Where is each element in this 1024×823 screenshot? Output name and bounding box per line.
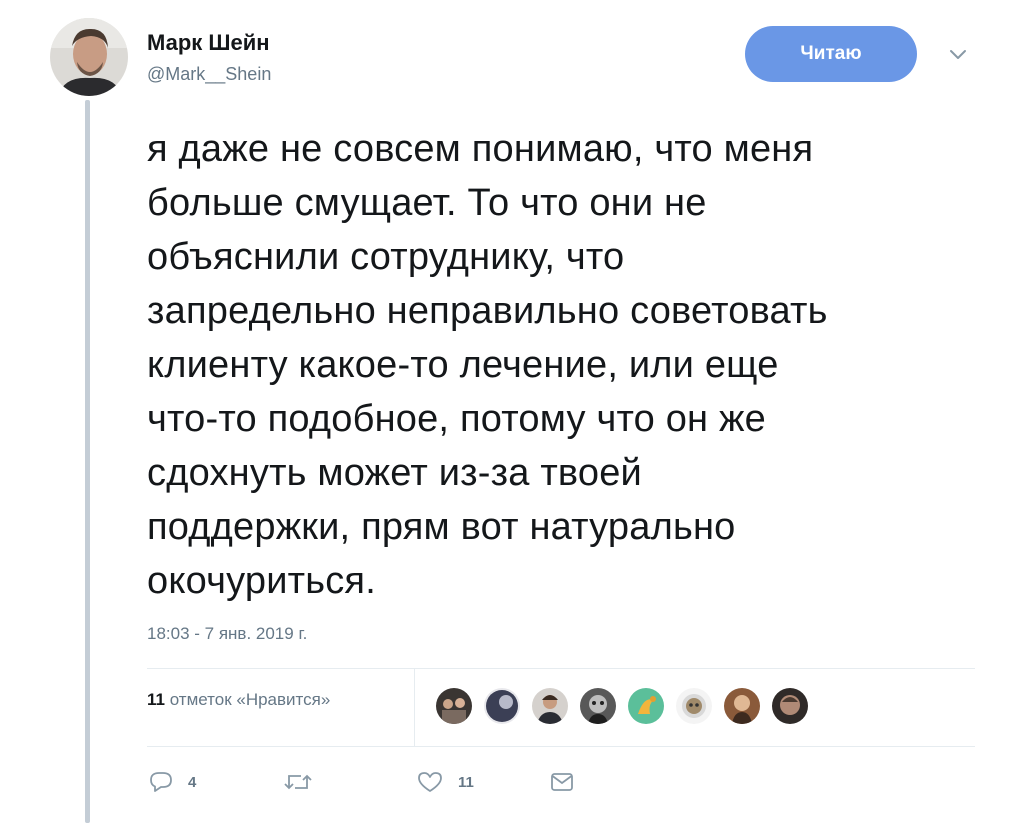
message-action[interactable] xyxy=(549,770,575,794)
following-button[interactable]: Читаю xyxy=(745,26,917,82)
like-count: 11 xyxy=(458,773,474,791)
reply-count: 4 xyxy=(188,773,197,791)
tweet-line: окочуриться. xyxy=(147,560,376,602)
author-avatar[interactable] xyxy=(50,18,128,96)
author-handle[interactable]: @Mark__Shein xyxy=(147,64,271,85)
thread-line xyxy=(85,100,90,823)
likes-summary[interactable]: 11 отметок «Нравится» xyxy=(147,690,330,710)
message-icon[interactable] xyxy=(549,770,575,794)
tweet-line: объяснили сотруднику, что xyxy=(147,236,625,278)
divider xyxy=(147,746,975,747)
chevron-down-icon[interactable] xyxy=(946,44,970,64)
tweet-line: запредельно неправильно советовать xyxy=(147,290,828,332)
retweet-action[interactable] xyxy=(283,770,327,794)
author-name[interactable]: Марк Шейн xyxy=(147,30,270,56)
liker-avatar[interactable] xyxy=(532,688,568,724)
liker-avatar[interactable] xyxy=(772,688,808,724)
liker-avatar[interactable] xyxy=(676,688,712,724)
tweet-line: больше смущает. То что они не xyxy=(147,182,707,224)
like-action[interactable]: 11 xyxy=(416,770,474,794)
liker-avatar[interactable] xyxy=(628,688,664,724)
liker-avatar[interactable] xyxy=(484,688,520,724)
likes-label: отметок «Нравится» xyxy=(169,690,331,709)
tweet-line: клиенту какое-то лечение, или еще xyxy=(147,344,779,386)
reply-action[interactable]: 4 xyxy=(148,770,196,794)
likes-count: 11 xyxy=(147,690,165,709)
reply-icon[interactable] xyxy=(148,770,174,794)
tweet-line: сдохнуть может из-за твоей xyxy=(147,452,642,494)
tweet-line: поддержки, прям вот натурально xyxy=(147,506,736,548)
tweet-timestamp[interactable]: 18:03 - 7 янв. 2019 г. xyxy=(147,624,307,644)
heart-icon[interactable] xyxy=(416,770,444,794)
tweet-line: что-то подобное, потому что он же xyxy=(147,398,766,440)
tweet-line: я даже не совсем понимаю, что меня xyxy=(147,128,814,170)
tweet-text: я даже не совсем понимаю, что меня больш… xyxy=(147,122,997,608)
liker-avatar[interactable] xyxy=(580,688,616,724)
divider xyxy=(147,668,975,669)
liker-avatar[interactable] xyxy=(724,688,760,724)
retweet-icon[interactable] xyxy=(283,770,313,794)
liker-avatar[interactable] xyxy=(436,688,472,724)
divider-vertical xyxy=(414,668,415,746)
